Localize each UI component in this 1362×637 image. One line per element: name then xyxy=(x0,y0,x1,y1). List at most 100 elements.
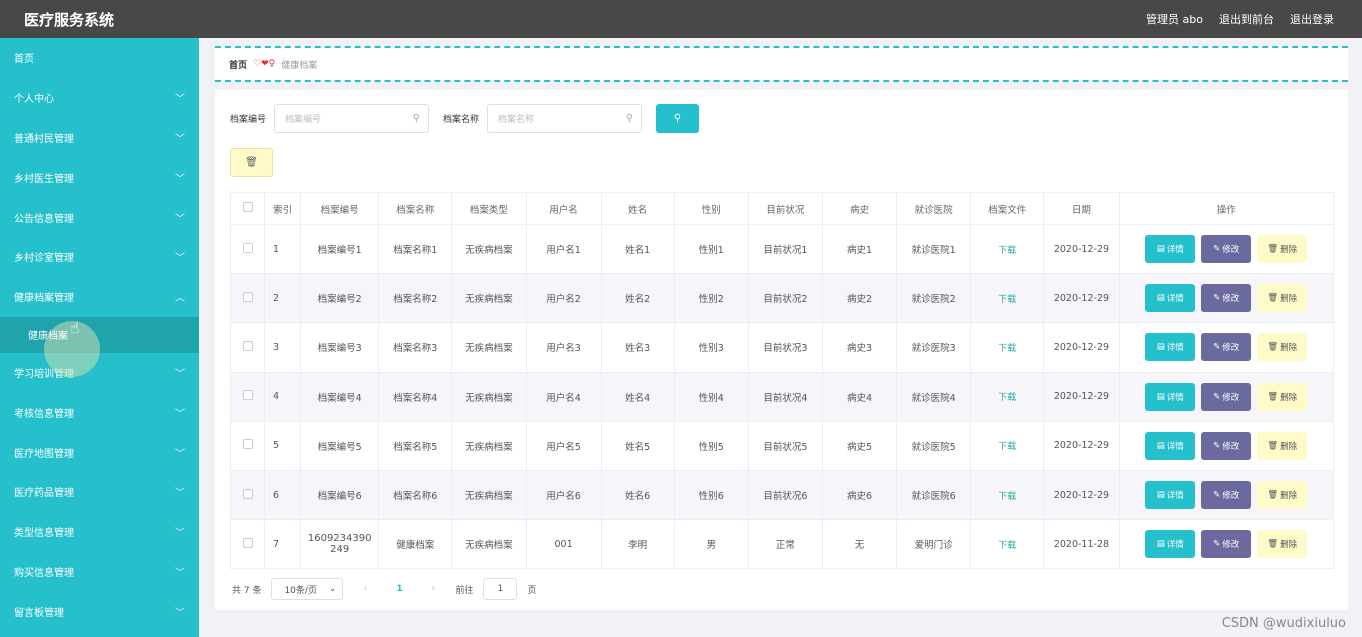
edit-button[interactable]: ✎ 修改 xyxy=(1201,235,1252,264)
delete-button[interactable]: 🗑 删除 xyxy=(1257,431,1308,460)
sidebar-item[interactable]: 普通村民管理 ﹀ xyxy=(0,118,199,158)
download-link[interactable]: 下载 xyxy=(970,519,1045,570)
sidebar: 首页 个人中心 ﹀ 普通村民管理 ﹀ 乡村医生管理 ﹀ 公告信息管理 ﹀ 乡村诊室管理 ﹀ 健康档案管… xyxy=(0,38,199,637)
detail-button[interactable]: ▤ 详情 xyxy=(1145,382,1196,411)
select-all-checkbox[interactable] xyxy=(229,192,266,225)
sidebar-item[interactable]: 学习培训管理 ﹀ xyxy=(0,353,199,393)
sidebar-item-label: 公告信息管理 xyxy=(14,213,74,225)
delete-button[interactable]: 🗑 删除 xyxy=(1257,284,1308,313)
row-select-cell[interactable] xyxy=(229,420,266,471)
cell-status: 目前状况1 xyxy=(747,223,824,275)
edit-button[interactable]: ✎ 修改 xyxy=(1201,333,1252,362)
row-select-cell[interactable] xyxy=(229,469,266,521)
cell-type: 无疾病档案 xyxy=(451,519,527,570)
edit-button-label: 修改 xyxy=(1222,392,1240,403)
page-size-select[interactable]: 10条/页 ⌄ xyxy=(271,578,344,600)
checkbox[interactable] xyxy=(242,390,253,401)
checkbox[interactable] xyxy=(242,340,253,351)
sidebar-item[interactable]: 乡村诊室管理 ﹀ xyxy=(0,237,199,277)
download-link[interactable]: 下载 xyxy=(970,420,1045,471)
edit-button[interactable]: ✎ 修改 xyxy=(1201,284,1252,313)
cell-realname: 姓名3 xyxy=(600,322,675,373)
edit-button[interactable]: ✎ 修改 xyxy=(1201,431,1252,460)
cell-history: 病史3 xyxy=(821,322,898,373)
current-user: 管理员 abo xyxy=(1146,13,1203,26)
sidebar-item[interactable]: 留言板管理 ﹀ xyxy=(0,591,199,631)
delete-button[interactable]: 🗑 删除 xyxy=(1257,382,1308,411)
current-page[interactable]: 1 xyxy=(387,584,411,594)
detail-button[interactable]: ▤ 详情 xyxy=(1145,431,1196,460)
row-select-cell[interactable] xyxy=(229,519,266,570)
chevron-down-icon: ﹀ xyxy=(175,94,185,106)
row-select-cell[interactable] xyxy=(229,371,266,422)
delete-button[interactable]: 🗑 删除 xyxy=(1257,333,1308,362)
cell-code: 1609234390249 xyxy=(300,519,380,570)
goto-page-input[interactable]: 1 xyxy=(483,578,518,600)
name-search-input[interactable]: 档案名称 ⚲ xyxy=(487,104,643,133)
sidebar-item-label: 考核信息管理 xyxy=(14,408,74,420)
sidebar-item-label: 乡村诊室管理 xyxy=(14,253,74,265)
delete-button[interactable]: 🗑 删除 xyxy=(1257,481,1308,510)
prev-page-button[interactable]: ‹ xyxy=(353,584,377,594)
document-icon: ▤ xyxy=(1156,539,1165,550)
cell-date: 2020-12-29 xyxy=(1043,469,1120,521)
checkbox[interactable] xyxy=(242,537,253,548)
sidebar-item[interactable]: 个人中心 ﹀ xyxy=(0,78,199,118)
sidebar-item[interactable]: 公告信息管理 ﹀ xyxy=(0,197,199,237)
page-size-value: 10条/页 xyxy=(284,585,317,596)
edit-button-label: 修改 xyxy=(1222,441,1240,452)
cell-code: 档案编号5 xyxy=(300,420,380,471)
delete-button-label: 删除 xyxy=(1280,441,1298,452)
delete-button-label: 删除 xyxy=(1280,343,1298,354)
detail-button[interactable]: ▤ 详情 xyxy=(1145,530,1196,559)
sidebar-item[interactable]: 健康档案管理 ︿ xyxy=(0,277,199,317)
pencil-icon: ✎ xyxy=(1213,391,1221,402)
sidebar-item[interactable]: 购买信息管理 ﹀ xyxy=(0,552,199,592)
checkbox[interactable] xyxy=(242,439,253,450)
sidebar-item[interactable]: 医疗地图管理 ﹀ xyxy=(0,432,199,472)
logout-link[interactable]: 退出登录 xyxy=(1290,11,1334,27)
checkbox[interactable] xyxy=(242,242,253,253)
checkbox[interactable] xyxy=(242,488,253,499)
download-link[interactable]: 下载 xyxy=(970,322,1045,373)
code-search-input[interactable]: 档案编号 ⚲ xyxy=(274,104,430,133)
chevron-down-icon: ﹀ xyxy=(175,253,185,265)
edit-button[interactable]: ✎ 修改 xyxy=(1201,530,1252,559)
search-button[interactable]: ⚲ xyxy=(656,104,700,133)
detail-button[interactable]: ▤ 详情 xyxy=(1145,235,1196,264)
edit-button[interactable]: ✎ 修改 xyxy=(1201,382,1252,411)
sidebar-item-label: 普通村民管理 xyxy=(14,133,74,145)
sidebar-item[interactable]: 考核信息管理 ﹀ xyxy=(0,392,199,432)
detail-button[interactable]: ▤ 详情 xyxy=(1145,333,1196,362)
breadcrumb-home[interactable]: 首页 xyxy=(229,58,247,71)
download-link[interactable]: 下载 xyxy=(970,469,1045,521)
trash-icon: 🗑 xyxy=(1267,293,1279,304)
cell-index: 3 xyxy=(264,322,302,373)
back-to-front-link[interactable]: 退出到前台 xyxy=(1219,11,1274,27)
sidebar-item[interactable]: 类型信息管理 ﹀ xyxy=(0,512,199,552)
sidebar-item[interactable]: 首页 xyxy=(0,38,199,78)
batch-delete-button[interactable]: 🗑 xyxy=(230,148,273,177)
row-select-cell[interactable] xyxy=(229,273,266,324)
detail-button-label: 详情 xyxy=(1166,441,1184,452)
sidebar-item[interactable]: 医疗药品管理 ﹀ xyxy=(0,472,199,512)
next-page-button[interactable]: › xyxy=(421,584,445,594)
breadcrumb-current: 健康档案 xyxy=(281,60,318,71)
detail-button[interactable]: ▤ 详情 xyxy=(1145,481,1196,510)
row-select-cell[interactable] xyxy=(229,322,266,373)
delete-button-label: 删除 xyxy=(1280,245,1298,256)
delete-button[interactable]: 🗑 删除 xyxy=(1257,235,1308,264)
detail-button[interactable]: ▤ 详情 xyxy=(1145,284,1196,313)
download-link[interactable]: 下载 xyxy=(970,273,1045,324)
row-select-cell[interactable] xyxy=(229,223,266,275)
download-link[interactable]: 下载 xyxy=(970,371,1045,422)
checkbox[interactable] xyxy=(242,291,253,302)
sidebar-item[interactable]: 乡村医生管理 ﹀ xyxy=(0,157,199,197)
delete-button[interactable]: 🗑 删除 xyxy=(1257,530,1308,559)
download-link[interactable]: 下载 xyxy=(970,223,1045,275)
delete-button-label: 删除 xyxy=(1280,392,1298,403)
header-actions: 管理员 abo 退出到前台 退出登录 xyxy=(1146,11,1362,27)
edit-button[interactable]: ✎ 修改 xyxy=(1201,481,1252,510)
checkbox[interactable] xyxy=(242,202,253,212)
sidebar-subitem-active[interactable]: 健康档案 xyxy=(0,316,199,377)
